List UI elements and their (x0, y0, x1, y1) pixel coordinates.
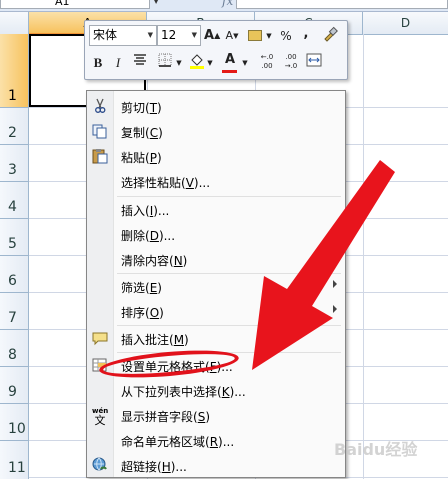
watermark: Baidu经验 (334, 440, 418, 459)
annotation-arrow-icon (252, 160, 395, 370)
